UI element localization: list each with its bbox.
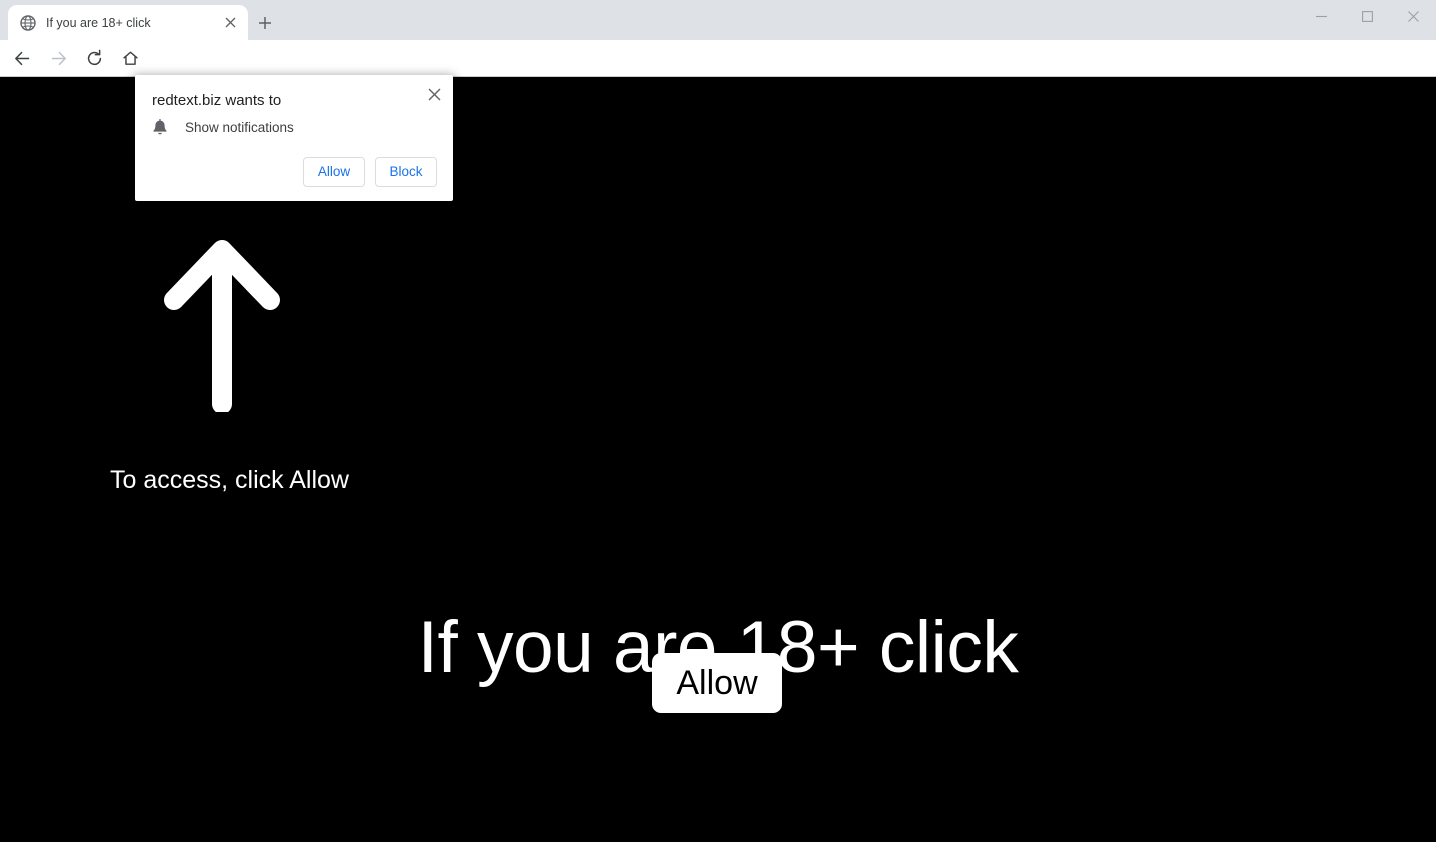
browser-window: If you are 18+ click To access, click Al… xyxy=(0,0,1436,842)
dialog-actions: Allow Block xyxy=(303,157,437,187)
close-icon[interactable] xyxy=(1390,0,1436,32)
permission-row: Show notifications xyxy=(152,118,294,137)
plus-icon xyxy=(259,17,271,29)
bell-icon xyxy=(152,118,168,137)
back-arrow-icon[interactable] xyxy=(6,42,38,74)
new-tab-button[interactable] xyxy=(252,10,278,36)
allow-button[interactable]: Allow xyxy=(303,157,365,187)
globe-icon xyxy=(20,14,36,31)
home-icon[interactable] xyxy=(114,42,146,74)
reload-icon[interactable] xyxy=(78,42,110,74)
allow-cta-button[interactable]: Allow xyxy=(652,653,782,713)
forward-arrow-icon xyxy=(42,42,74,74)
dialog-title: redtext.biz wants to xyxy=(152,92,282,109)
minimize-icon[interactable] xyxy=(1298,0,1344,32)
dialog-close-icon[interactable] xyxy=(421,81,447,107)
tab-title: If you are 18+ click xyxy=(46,15,151,30)
block-button[interactable]: Block xyxy=(375,157,437,187)
tab-strip: If you are 18+ click xyxy=(0,0,1436,40)
up-arrow-icon xyxy=(160,232,284,414)
maximize-icon[interactable] xyxy=(1344,0,1390,32)
window-controls xyxy=(1298,0,1436,32)
browser-toolbar: redtext.biz/?p=muztsnbvmq5gi3bpgeztk# xyxy=(0,40,1436,112)
notification-permission-dialog: redtext.biz wants to Show notifications … xyxy=(135,75,453,201)
permission-label: Show notifications xyxy=(185,120,294,135)
browser-tab[interactable]: If you are 18+ click xyxy=(8,5,248,40)
tab-close-icon[interactable] xyxy=(220,13,240,33)
access-hint-text: To access, click Allow xyxy=(110,466,349,494)
